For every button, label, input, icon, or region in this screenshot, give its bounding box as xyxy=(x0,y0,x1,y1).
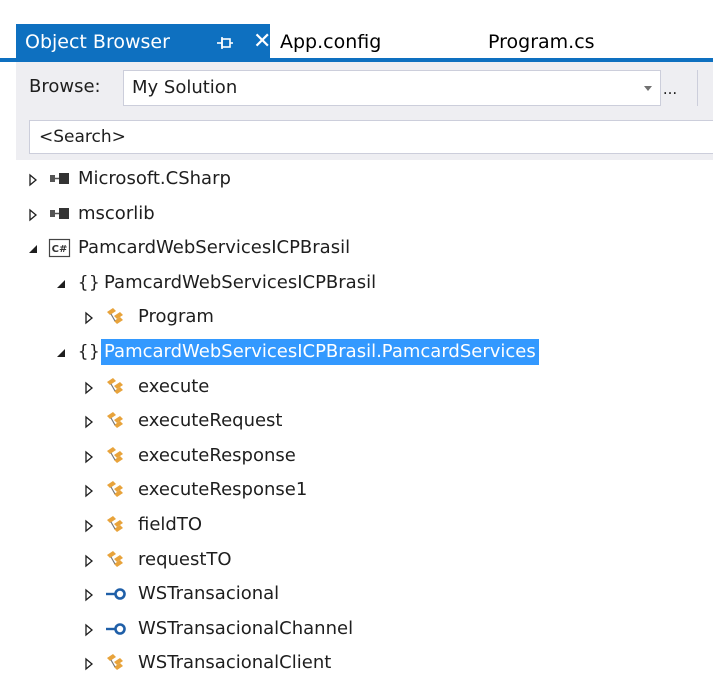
namespace-icon: {} xyxy=(78,272,101,293)
tree-node[interactable]: {} PamcardWebServicesICPBrasil xyxy=(16,266,713,300)
tree-node[interactable]: Microsoft.CSharp xyxy=(16,162,713,196)
tab-program-cs[interactable]: Program.cs xyxy=(488,24,658,58)
collapsed-triangle-icon[interactable] xyxy=(82,310,96,325)
browse-toolbar: Browse: My Solution ... xyxy=(16,62,713,114)
tree-node-label: mscorlib xyxy=(78,202,155,224)
toolbar-separator xyxy=(697,70,698,106)
tree-node[interactable]: Program xyxy=(16,300,713,334)
class-icon xyxy=(104,514,128,536)
browse-label: Browse: xyxy=(29,76,101,97)
tree-node[interactable]: execute xyxy=(16,370,713,404)
tree-node-label: Microsoft.CSharp xyxy=(78,168,231,189)
collapsed-triangle-icon[interactable] xyxy=(82,622,96,637)
class-icon xyxy=(104,410,128,432)
search-bar xyxy=(16,114,713,160)
tree-node-label: fieldTO xyxy=(138,514,203,535)
collapsed-triangle-icon[interactable] xyxy=(26,207,40,221)
tree-node[interactable]: executeResponse1 xyxy=(16,473,713,507)
tree-node[interactable]: WSTransacionalClient xyxy=(16,646,713,680)
browse-scope-dropdown[interactable]: My Solution xyxy=(123,70,661,106)
tree-node-label: WSTransacionalClient xyxy=(138,652,332,674)
tree-node[interactable]: WSTransacionalChannel xyxy=(16,612,713,646)
class-icon xyxy=(104,306,128,328)
collapsed-triangle-icon[interactable] xyxy=(82,449,96,464)
tree-node-label: WSTransacionalChannel xyxy=(138,617,354,639)
tree-node-label: executeRequest xyxy=(138,410,283,432)
collapsed-triangle-icon[interactable] xyxy=(82,587,96,602)
namespace-icon: {} xyxy=(78,342,101,362)
tree-node-label: PamcardWebServicesICPBrasil xyxy=(104,271,377,293)
tab-label: Program.cs xyxy=(488,31,595,53)
close-icon[interactable]: ✕ xyxy=(253,30,271,54)
tree-node-label: Program xyxy=(138,306,214,328)
interface-icon xyxy=(104,583,128,605)
class-icon xyxy=(104,479,128,501)
object-tree: Microsoft.CSharp mscorlib C# PamcardWebServ… xyxy=(16,162,713,695)
collapsed-triangle-icon[interactable] xyxy=(82,483,96,498)
tree-node-label-selected: PamcardWebServicesICPBrasil.PamcardServi… xyxy=(101,339,539,365)
tab-label: App.config xyxy=(280,31,382,53)
tree-node[interactable]: executeRequest xyxy=(16,404,713,438)
expanded-triangle-icon[interactable] xyxy=(26,241,40,255)
tree-node[interactable]: {} PamcardWebServicesICPBrasil.PamcardSer… xyxy=(16,335,713,369)
expanded-triangle-icon[interactable] xyxy=(54,345,68,359)
collapsed-triangle-icon[interactable] xyxy=(26,172,40,187)
edit-custom-component-set-button[interactable]: ... xyxy=(655,74,685,104)
collapsed-triangle-icon[interactable] xyxy=(82,414,96,429)
tab-label: Object Browser xyxy=(25,31,170,53)
collapsed-triangle-icon[interactable] xyxy=(82,553,96,567)
assembly-icon xyxy=(48,168,72,190)
tree-node-label: executeResponse1 xyxy=(138,479,308,501)
object-browser-window: Object Browser ✕ App.config Program.cs B… xyxy=(0,0,713,695)
tab-object-browser[interactable]: Object Browser ✕ xyxy=(16,24,271,62)
class-icon xyxy=(104,652,128,674)
tree-node-label: executeResponse xyxy=(138,444,296,466)
document-tab-strip: Object Browser ✕ App.config Program.cs xyxy=(0,0,713,62)
tree-node-label: WSTransacional xyxy=(138,583,280,605)
tree-node[interactable]: WSTransacional xyxy=(16,577,713,611)
class-icon xyxy=(104,376,128,398)
tree-node-label: PamcardWebServicesICPBrasil xyxy=(78,237,351,259)
tab-app-config[interactable]: App.config xyxy=(280,24,430,58)
pin-icon[interactable] xyxy=(215,33,235,53)
tree-node[interactable]: mscorlib xyxy=(16,197,713,231)
class-icon xyxy=(104,549,128,571)
tree-node[interactable]: fieldTO xyxy=(16,508,713,542)
tree-node-label: requestTO xyxy=(138,548,232,570)
tree-node-label: execute xyxy=(138,375,210,397)
tree-node[interactable]: C# PamcardWebServicesICPBrasil xyxy=(16,231,713,265)
collapsed-triangle-icon[interactable] xyxy=(82,518,96,533)
collapsed-triangle-icon[interactable] xyxy=(82,656,96,671)
collapsed-triangle-icon[interactable] xyxy=(82,380,96,394)
tree-node[interactable]: executeResponse xyxy=(16,439,713,473)
csharp-project-icon: C# xyxy=(48,237,72,259)
browse-scope-value: My Solution xyxy=(132,77,238,98)
expanded-triangle-icon[interactable] xyxy=(54,276,68,290)
dropdown-arrow-icon xyxy=(644,86,652,91)
interface-icon xyxy=(104,618,128,640)
search-input[interactable] xyxy=(29,120,713,154)
assembly-icon xyxy=(48,203,72,225)
svg-text:C#: C# xyxy=(52,244,68,255)
class-icon xyxy=(104,445,128,467)
tree-node[interactable]: requestTO xyxy=(16,543,713,577)
